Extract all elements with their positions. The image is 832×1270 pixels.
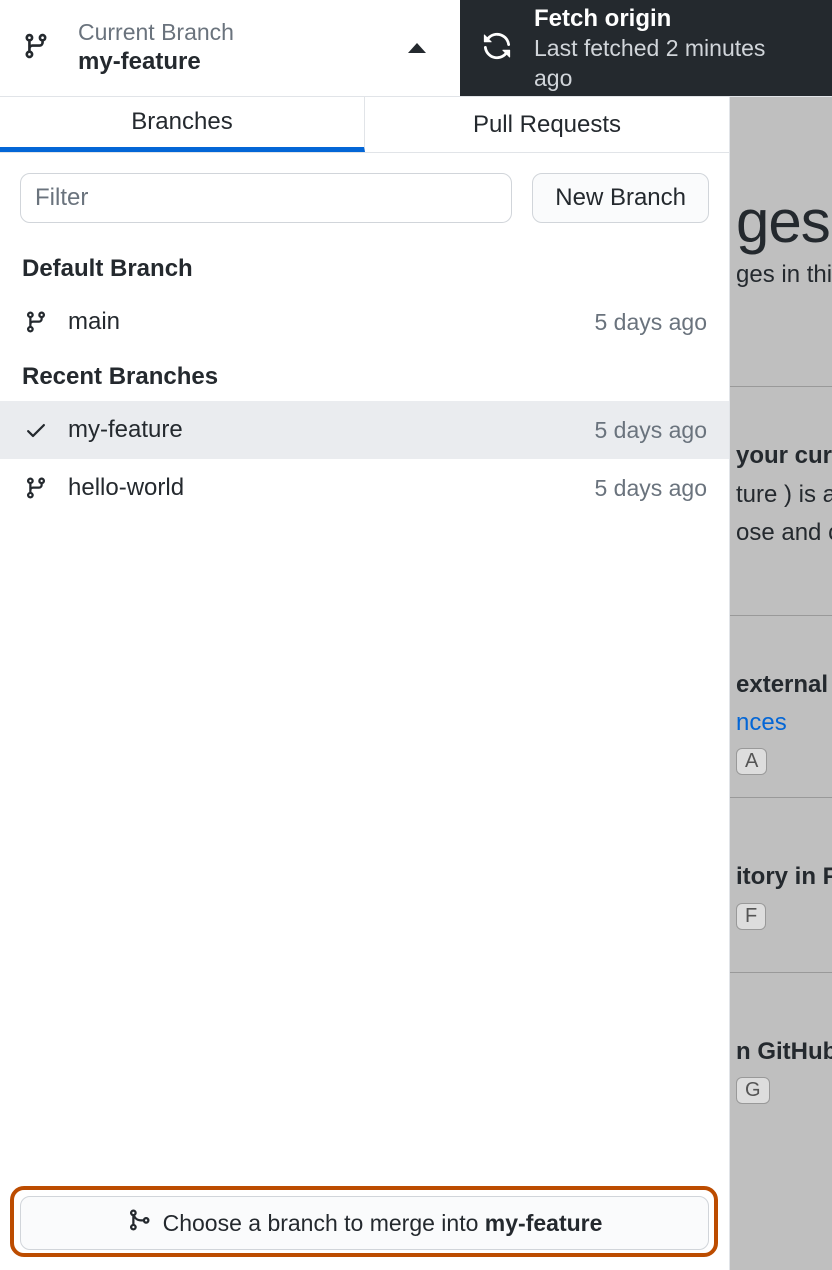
tabs: Branches Pull Requests (0, 97, 729, 153)
fetch-info: Fetch origin Last fetched 2 minutes ago (534, 3, 810, 94)
current-branch-name: my-feature (78, 46, 408, 77)
tab-pull-requests[interactable]: Pull Requests (365, 97, 729, 152)
branch-time: 5 days ago (594, 475, 707, 502)
fetch-subtitle: Last fetched 2 minutes ago (534, 34, 810, 94)
branch-name: hello-world (68, 474, 594, 502)
branch-time: 5 days ago (594, 417, 707, 444)
caret-up-icon (408, 43, 426, 53)
merge-into-button[interactable]: Choose a branch to merge into my-feature (20, 1196, 709, 1250)
new-branch-button[interactable]: New Branch (532, 173, 709, 223)
branch-dropdown-panel: Branches Pull Requests New Branch Defaul… (0, 97, 730, 1270)
merge-icon (127, 1208, 151, 1238)
merge-button-label: Choose a branch to merge into my-feature (163, 1210, 603, 1237)
check-icon (22, 418, 50, 442)
current-branch-label: Current Branch (78, 19, 408, 47)
fetch-origin-button[interactable]: Fetch origin Last fetched 2 minutes ago (460, 0, 832, 96)
default-branch-header: Default Branch (0, 243, 729, 293)
filter-input[interactable] (20, 173, 512, 223)
recent-branches-header: Recent Branches (0, 351, 729, 401)
branch-icon (22, 31, 50, 66)
branch-time: 5 days ago (594, 309, 707, 336)
branch-name: main (68, 308, 594, 336)
background-obscured: ges ges in this your curr ture ) is a os… (730, 97, 832, 1270)
sync-icon (482, 31, 512, 66)
branch-name: my-feature (68, 416, 594, 444)
current-branch-dropdown[interactable]: Current Branch my-feature (0, 0, 460, 96)
branch-item-main[interactable]: main 5 days ago (0, 293, 729, 351)
branch-item-hello-world[interactable]: hello-world 5 days ago (0, 459, 729, 517)
branch-icon (22, 310, 50, 334)
tab-branches[interactable]: Branches (0, 97, 365, 152)
branch-item-my-feature[interactable]: my-feature 5 days ago (0, 401, 729, 459)
fetch-title: Fetch origin (534, 3, 810, 34)
branch-icon (22, 476, 50, 500)
branch-info: Current Branch my-feature (78, 19, 408, 78)
